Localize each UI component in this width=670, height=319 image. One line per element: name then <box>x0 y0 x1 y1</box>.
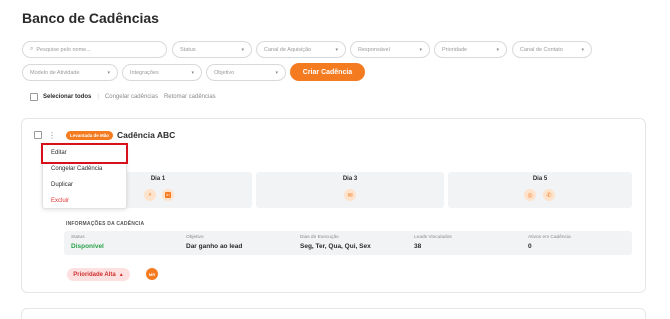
card-header: ⋮ Levantada de Mão Cadência ABC <box>34 130 175 140</box>
select-all-checkbox[interactable] <box>30 93 38 101</box>
integracoes-filter[interactable]: Integrações ▾ <box>122 64 202 81</box>
day-label: Dia 3 <box>342 176 358 182</box>
chevron-down-icon: ▾ <box>419 46 422 53</box>
cadence-name: Cadência ABC <box>117 130 176 140</box>
canal-aquisicao-label: Canal de Aquisição <box>264 46 312 53</box>
source-tag: Levantada de Mão <box>66 130 114 140</box>
day-block: Dia 5 ◎ ✆ <box>448 172 632 208</box>
leads-value: 38 <box>414 243 422 250</box>
objetivo-info: Objetivo Dar ganho ao lead <box>186 235 242 250</box>
integracoes-label: Integrações <box>130 69 159 76</box>
objetivo-filter[interactable]: Objetivo ▾ <box>206 64 286 81</box>
status-filter-label: Status <box>180 46 196 53</box>
info-key: Leads Vinculados <box>414 235 452 240</box>
responsavel-label: Responsável <box>358 46 390 53</box>
more-options-icon[interactable]: ⋮ <box>48 131 56 140</box>
chevron-down-icon: ▾ <box>275 69 278 76</box>
priority-badge[interactable]: Prioridade Alta ▲ <box>67 268 130 281</box>
info-key: Ativos em Cadência <box>528 235 571 240</box>
chevron-down-icon: ▾ <box>107 69 110 76</box>
modelo-atividade-label: Modelo de Atividade <box>30 69 80 76</box>
chevron-up-icon: ▲ <box>118 271 124 278</box>
priority-label: Prioridade Alta <box>73 271 116 278</box>
canal-contato-filter[interactable]: Canal de Contato ▾ <box>512 41 592 58</box>
chevron-down-icon: ▾ <box>581 46 584 53</box>
resume-cadences-link[interactable]: Retomar cadências <box>164 94 216 100</box>
menu-item-freeze[interactable]: Congelar Cadência <box>51 166 102 172</box>
status-info: Status Disponível <box>71 235 104 250</box>
chevron-down-icon: ▾ <box>241 46 244 53</box>
select-all-label[interactable]: Selecionar todos <box>43 94 91 100</box>
chevron-down-icon: ▾ <box>335 46 338 53</box>
chevron-down-icon: ▾ <box>191 69 194 76</box>
menu-item-duplicate[interactable]: Duplicar <box>51 182 73 188</box>
highlight-box <box>41 143 128 164</box>
modelo-atividade-filter[interactable]: Modelo de Atividade ▾ <box>22 64 118 81</box>
info-key: Objetivo <box>186 235 204 240</box>
objetivo-value: Dar ganho ao lead <box>186 243 243 250</box>
responsavel-filter[interactable]: Responsável ▾ <box>350 41 430 58</box>
page-title: Banco de Cadências <box>22 10 159 26</box>
menu-item-delete[interactable]: Excluir <box>51 198 69 204</box>
create-cadence-button[interactable]: Criar Cadência <box>290 63 365 81</box>
info-key: Status <box>71 235 85 240</box>
status-value: Disponível <box>71 243 104 250</box>
card-checkbox[interactable] <box>34 131 42 139</box>
canal-aquisicao-filter[interactable]: Canal de Aquisição ▾ <box>256 41 346 58</box>
ativos-info: Ativos em Cadência 0 <box>528 235 571 250</box>
search-icon: ⌕ <box>30 46 34 52</box>
search-placeholder: Pesquise pelo nome... <box>36 46 91 53</box>
prioridade-label: Prioridade <box>442 46 468 53</box>
ativos-value: 0 <box>528 243 532 250</box>
day-label: Dia 5 <box>532 176 548 182</box>
search-icon[interactable]: ⌕ <box>144 189 156 201</box>
info-key: Dias de Execução <box>300 235 339 240</box>
status-filter[interactable]: Status ▾ <box>172 41 252 58</box>
divider: | <box>97 94 99 100</box>
leads-info: Leads Vinculados 38 <box>414 235 452 250</box>
email-icon[interactable]: ✉ <box>344 189 356 201</box>
freeze-cadences-link[interactable]: Congelar cadências <box>105 94 158 100</box>
search-input[interactable]: ⌕ Pesquise pelo nome... <box>22 41 167 58</box>
info-section-title: INFORMAÇÕES DA CADÊNCIA <box>66 221 145 227</box>
canal-contato-label: Canal de Contato <box>520 46 563 53</box>
phone-icon[interactable]: ✆ <box>543 189 555 201</box>
chevron-down-icon: ▾ <box>496 46 499 53</box>
prioridade-filter[interactable]: Prioridade ▾ <box>434 41 507 58</box>
day-block: Dia 3 ✉ <box>256 172 444 208</box>
linkedin-icon[interactable]: in <box>162 189 174 201</box>
avatar: MR <box>146 268 158 280</box>
dias-value: Seg, Ter, Qua, Qui, Sex <box>300 243 371 250</box>
bulk-actions: Selecionar todos | Congelar cadências Re… <box>30 93 222 101</box>
cadence-card <box>21 308 646 319</box>
info-row: Status Disponível Objetivo Dar ganho ao … <box>64 231 632 255</box>
dias-info: Dias de Execução Seg, Ter, Qua, Qui, Sex <box>300 235 371 250</box>
whatsapp-icon[interactable]: ◎ <box>524 189 536 201</box>
objetivo-label: Objetivo <box>214 69 235 76</box>
